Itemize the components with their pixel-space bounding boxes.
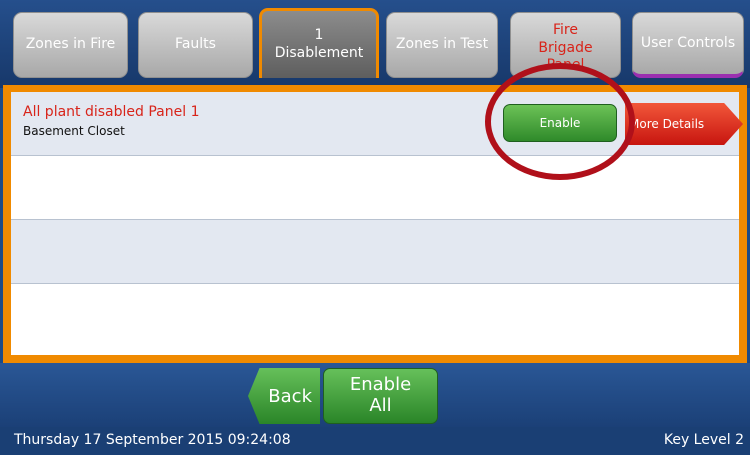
list-item <box>11 220 739 284</box>
more-details-button[interactable]: More Details <box>625 103 743 145</box>
tab-count: 1 <box>314 27 324 43</box>
action-bar: Back Enable All <box>0 363 750 427</box>
tab-label: Disablement <box>274 44 364 61</box>
tab-label: Zones in Test <box>395 36 489 53</box>
enable-all-button[interactable]: Enable All <box>323 368 438 424</box>
list-item: All plant disabled Panel 1 Basement Clos… <box>11 92 743 156</box>
item-location: Basement Closet <box>23 124 125 138</box>
disablement-panel: All plant disabled Panel 1 Basement Clos… <box>3 85 747 363</box>
disablement-list: All plant disabled Panel 1 Basement Clos… <box>11 92 743 355</box>
tab-label: Faults <box>175 36 216 53</box>
date-time: Thursday 17 September 2015 09:24:08 <box>14 432 291 448</box>
tab-fire-brigade-panel[interactable]: Fire Brigade Panel <box>510 12 621 78</box>
tab-zones-in-test[interactable]: Zones in Test <box>386 12 498 78</box>
tab-label: User Controls <box>640 34 736 51</box>
tab-faults[interactable]: Faults <box>138 12 253 78</box>
tab-user-controls[interactable]: User Controls <box>632 12 744 78</box>
tab-label: Zones in Fire <box>25 36 116 53</box>
tab-disablement[interactable]: 1 Disablement <box>259 8 379 78</box>
list-item <box>11 284 739 348</box>
top-tab-bar: Zones in Fire Faults 1 Disablement Zones… <box>0 0 750 88</box>
list-item <box>11 156 739 220</box>
back-button[interactable]: Back <box>248 368 320 424</box>
tab-zones-in-fire[interactable]: Zones in Fire <box>13 12 128 78</box>
item-title: All plant disabled Panel 1 <box>23 104 200 120</box>
enable-button[interactable]: Enable <box>503 104 617 142</box>
enable-all-label: Enable All <box>349 374 412 416</box>
access-level: Key Level 2 <box>663 432 744 448</box>
status-bar: Thursday 17 September 2015 09:24:08 Key … <box>0 427 750 455</box>
tab-label: Fire Brigade Panel <box>538 22 593 73</box>
